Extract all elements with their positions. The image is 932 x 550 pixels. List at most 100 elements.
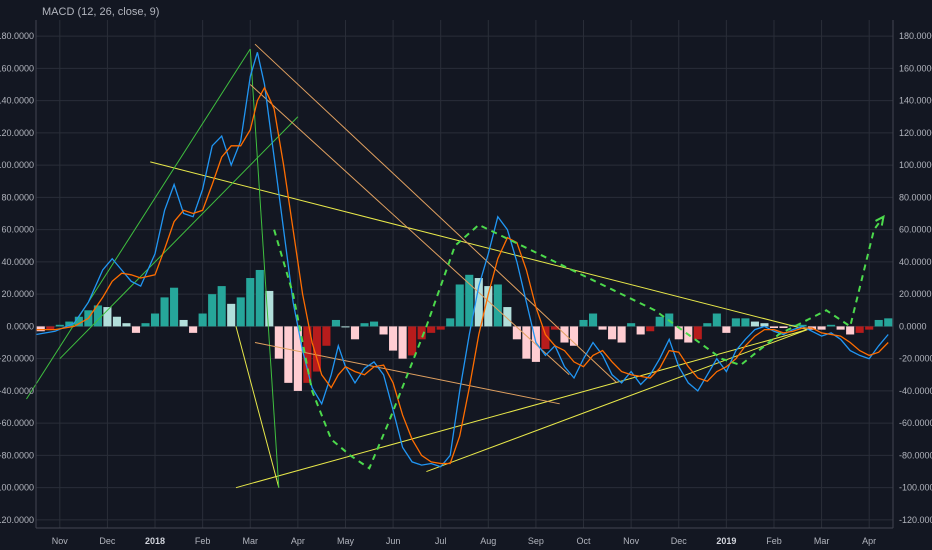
histogram-bar — [255, 269, 264, 327]
histogram-bar — [389, 326, 398, 351]
x-tick-label: Mar — [814, 536, 830, 546]
x-tick-label: Jun — [386, 536, 401, 546]
histogram-bar — [36, 326, 45, 332]
chart-root: MACD (12, 26, close, 9) 180.0000180.0000… — [0, 0, 932, 550]
histogram-bar — [141, 323, 150, 327]
histogram-bar — [284, 326, 293, 383]
histogram-bar — [322, 326, 331, 346]
y-tick-label-left: -80.0000 — [0, 450, 34, 460]
histogram-bar — [236, 297, 245, 327]
y-tick-label-right: 140.0000 — [899, 96, 932, 106]
y-tick-label-right: -60.0000 — [899, 418, 932, 428]
histogram-bar — [455, 284, 464, 327]
x-tick-label: Sep — [528, 536, 544, 546]
histogram-bar — [855, 326, 864, 333]
forecast-arrowhead — [875, 214, 885, 226]
histogram-bar — [522, 326, 531, 359]
signal-line — [36, 86, 889, 465]
trend-lines-layer — [26, 43, 808, 489]
y-tick-label-left: -60.0000 — [0, 418, 34, 428]
y-tick-label-right: -80.0000 — [899, 450, 932, 460]
histogram-bar — [731, 318, 740, 327]
histogram-bar — [646, 326, 655, 332]
y-tick-label-right: 180.0000 — [899, 31, 932, 41]
y-tick-label-right: 80.0000 — [899, 192, 932, 202]
histogram-bar — [769, 326, 779, 329]
histogram-bar — [208, 294, 217, 327]
histogram-bar — [341, 326, 350, 328]
y-tick-label-left: 0.0000 — [6, 321, 34, 331]
x-tick-label: Dec — [671, 536, 688, 546]
x-tick-label: Apr — [862, 536, 876, 546]
x-tick-label: Feb — [195, 536, 211, 546]
histogram-bar — [398, 326, 407, 359]
y-tick-label-right: -20.0000 — [899, 354, 932, 364]
x-tick-label: Nov — [623, 536, 640, 546]
histogram-bar — [703, 323, 712, 327]
histogram-bar — [217, 286, 226, 327]
forecast-layer — [273, 214, 885, 470]
x-tick-label: Feb — [766, 536, 782, 546]
y-tick-label-left: -20.0000 — [0, 354, 34, 364]
histogram-bar — [131, 326, 141, 333]
histogram-bar — [693, 326, 702, 340]
histogram-bar — [503, 307, 512, 327]
histogram-bar — [874, 319, 883, 327]
trend-line — [235, 326, 280, 488]
forecast-path — [273, 216, 885, 470]
chart-svg[interactable]: 180.0000 180.0000 160.0000 160.0000 140.0000… — [0, 0, 932, 550]
histogram-bar — [350, 326, 360, 340]
y-tick-label-left: 40.0000 — [1, 257, 34, 267]
y-tick-label-left: 100.0000 — [0, 160, 34, 170]
histogram-bar — [598, 326, 607, 330]
histogram-bar — [331, 319, 340, 327]
y-tick-label-left: 60.0000 — [1, 225, 34, 235]
y-tick-label-left: -120.0000 — [0, 515, 34, 525]
y-tick-label-right: 160.0000 — [899, 63, 932, 73]
histogram-bar — [408, 326, 417, 356]
histogram-bar — [160, 297, 169, 327]
y-tick-label-left: 180.0000 — [0, 31, 34, 41]
histogram-bar — [884, 318, 893, 327]
x-tick-label: Dec — [99, 536, 116, 546]
histogram-bar — [589, 313, 598, 327]
histogram-bar — [722, 326, 731, 333]
y-tick-label-right: 0.0000 — [899, 321, 927, 331]
x-tick-label: Aug — [480, 536, 496, 546]
histogram-bar — [741, 318, 750, 327]
x-tick-label: Jul — [435, 536, 447, 546]
y-tick-label-left: 140.0000 — [0, 96, 34, 106]
x-tick-label: Oct — [577, 536, 592, 546]
x-tick-label: 2018 — [145, 536, 165, 546]
histogram-bar — [617, 326, 626, 343]
y-tick-label-right: 100.0000 — [899, 160, 932, 170]
histogram-bar — [779, 326, 788, 329]
x-tick-label: May — [337, 536, 355, 546]
grid-layer — [36, 20, 893, 528]
histogram-bar — [750, 321, 759, 327]
x-tick-label: Mar — [243, 536, 259, 546]
histogram-bar — [55, 324, 64, 327]
histogram-bar — [436, 326, 445, 330]
histogram-bar — [246, 278, 255, 327]
y-tick-label-left: 80.0000 — [1, 192, 34, 202]
histogram-bar — [655, 316, 664, 327]
histogram-bar — [274, 326, 283, 359]
histogram-bar — [627, 323, 636, 327]
y-tick-label-right: 60.0000 — [899, 225, 932, 235]
y-tick-label-right: 120.0000 — [899, 128, 932, 138]
histogram-bar — [379, 326, 388, 335]
y-tick-label-left: -100.0000 — [0, 483, 34, 493]
macd-line — [35, 52, 889, 468]
histogram-bar — [198, 313, 207, 327]
histogram-bar — [427, 326, 436, 333]
y-tick-label-left: 120.0000 — [0, 128, 34, 138]
y-tick-label-right: 20.0000 — [899, 289, 932, 299]
histogram-bar — [360, 323, 369, 327]
histogram-bar — [189, 326, 198, 333]
histogram-bar — [817, 326, 826, 330]
y-tick-label-left: 160.0000 — [0, 63, 34, 73]
histogram-bar — [493, 284, 502, 327]
histogram-bar — [179, 319, 188, 327]
x-tick-label: Nov — [52, 536, 69, 546]
